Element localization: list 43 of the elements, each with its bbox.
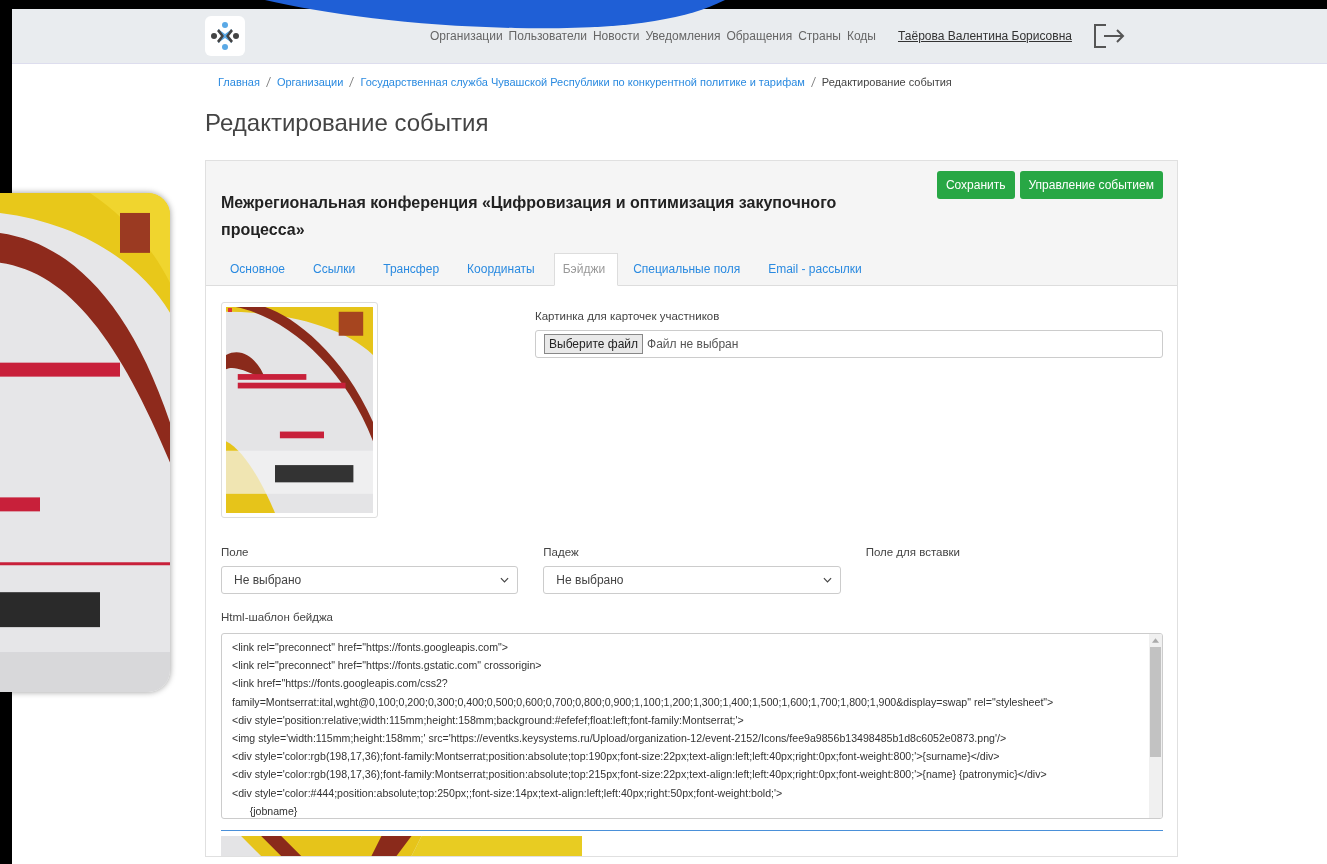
nav-link[interactable]: Коды <box>846 29 876 43</box>
page-title: Редактирование события <box>205 109 490 137</box>
user-link[interactable]: Таёрова Валентина Борисовна <box>898 29 1072 43</box>
nav-link[interactable]: Страны <box>798 29 841 43</box>
select-field[interactable]: Не выбрано <box>221 566 519 594</box>
logo-icon <box>205 16 245 56</box>
breadcrumb-link[interactable]: Государственная служба Чувашской Республики по конкурентной политике и тарифам <box>360 76 805 88</box>
field-label: Html-шаблон бейджа <box>221 611 333 623</box>
nav-link[interactable]: Новости <box>592 29 640 43</box>
choose-file-button[interactable]: Выберите файл <box>544 334 644 354</box>
breadcrumb-link[interactable]: Организации <box>276 76 344 88</box>
nav-link[interactable]: Обращения <box>726 29 793 43</box>
tab[interactable]: Ссылки <box>304 253 369 285</box>
chevron-down-icon <box>500 577 510 583</box>
file-input[interactable]: Выберите файл Файл не выбран <box>535 330 1163 358</box>
chevron-down-icon <box>822 577 832 583</box>
template-textarea[interactable]: <link rel="preconnect" href="https://fonts.googleapis.com"> <link rel="preconnect" href="https://fonts.gstatic.com" crossorigin> <link href="https://fonts.googleapis.com/css2? family=Montserrat:ital,wght@0,100;0,200;0,300;0,400;0,500;0,600;0,700;0,800;0,900;1,100;1,200;1,300;1,400;1,500;1,600;1,700;1,800;1,900&display=swap" rel="stylesheet"> <div style='position:relative;width:115mm;height:158mm;background:#efefef;float:left;font-family:Montserrat;'> <img style='width:115mm;height:158mm;' src='https://eventks.keysystems.ru/Upload/organization-12/event-2152/Icons/fee9a9856b13498485b1d8c6052e0873.png'/> <div style='color:rgb(198,17,36);font-family:Montserrat;position:absolute;top:190px;font-size:22px;text-align:left;left:40px;right:0px;font-weight:800;'>{surname}</div> <div style='color:rgb(198,17,36);font-family:Montserrat;position:absolute;top:215px;font-size:22px;text-align:left;left:40px;right:0px;font-weight:800;'>{name} {patronymic}</div> <div style='color:#444;position:absolute;top:250px;;font-size:14px;text-align:left;left:40px;right:50px;font-weight:bold;'> {jobname} <box>221 633 1163 819</box>
tab[interactable]: Специальные поля <box>624 253 754 285</box>
tab[interactable]: Координаты <box>458 253 548 285</box>
event-title: Межрегиональная конференция «Цифровизация и оптимизация закупочного процесса» <box>221 193 838 240</box>
file-status: Файл не выбран <box>647 337 739 351</box>
logout-icon[interactable] <box>1091 23 1126 49</box>
field-label: Поле для вставки <box>865 546 962 558</box>
field-label: Падеж <box>543 546 580 558</box>
tab[interactable]: Email - рассылки <box>759 253 875 285</box>
action-button[interactable]: Управление событием <box>1019 171 1163 199</box>
scroll-up-icon[interactable] <box>1152 638 1159 643</box>
field-label: Картинка для карточек участников <box>535 310 721 322</box>
nav-link[interactable]: Уведомления <box>645 29 721 43</box>
breadcrumb-current: Редактирование события <box>821 76 952 88</box>
select-field[interactable]: Не выбрано <box>543 566 841 594</box>
slash-separator-icon <box>265 77 271 87</box>
tab[interactable]: Бэйджи <box>553 253 619 286</box>
action-button[interactable]: Сохранить <box>936 171 1015 199</box>
scrollbar[interactable] <box>1149 634 1162 818</box>
tab[interactable]: Основное <box>221 253 298 285</box>
nav-link[interactable]: Пользователи <box>508 29 587 43</box>
slash-separator-icon <box>349 77 355 87</box>
slash-separator-icon <box>810 77 816 87</box>
field-label: Поле <box>221 546 250 558</box>
nav-link[interactable]: Организации <box>430 29 503 43</box>
breadcrumb-link[interactable]: Главная <box>218 76 260 88</box>
tab[interactable]: Трансфер <box>374 253 453 285</box>
